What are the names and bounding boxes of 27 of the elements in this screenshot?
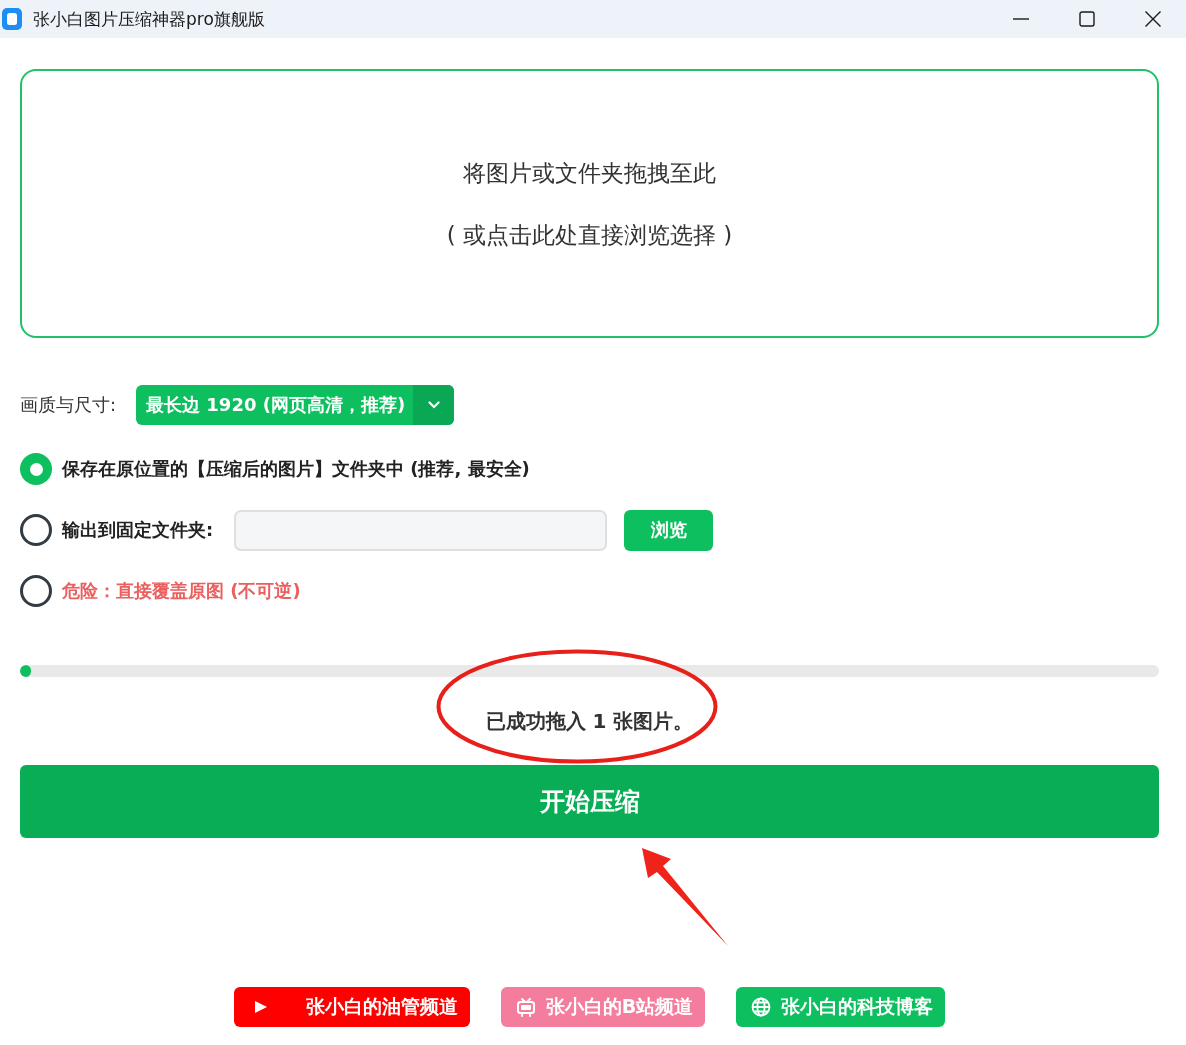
option-label[interactable]: 输出到固定文件夹:: [62, 518, 214, 542]
status-message: 已成功拖入 1 张图片。: [485, 708, 694, 735]
dropdown-toggle[interactable]: [413, 385, 455, 425]
radio-button[interactable]: [20, 453, 52, 485]
option-label[interactable]: 保存在原位置的【压缩后的图片】文件夹中 (推荐, 最安全): [62, 457, 530, 481]
radio-button[interactable]: [20, 575, 52, 607]
start-button[interactable]: 开始压缩: [20, 765, 1159, 838]
close-icon: [1145, 11, 1161, 27]
drop-hint: ( 或点击此处直接浏览选择 ): [446, 220, 733, 250]
globe-icon: [751, 997, 772, 1017]
drop-hint: 将图片或文件夹拖拽至此: [463, 158, 716, 188]
folder-input-field[interactable]: [234, 509, 608, 551]
option-label[interactable]: 危险：直接覆盖原图 (不可逆): [62, 579, 301, 603]
window-title: 张小白图片压缩神器pro旗舰版: [33, 7, 266, 31]
maximize-icon: [1079, 11, 1095, 27]
chevron-down-icon: [427, 401, 440, 409]
app-icon: [2, 8, 22, 30]
radio-button[interactable]: [20, 514, 52, 546]
drop-zone[interactable]: 将图片或文件夹拖拽至此 ( 或点击此处直接浏览选择 ): [20, 69, 1159, 338]
channel-link-button[interactable]: 张小白的科技博客: [736, 987, 946, 1027]
minimize-icon: [1013, 18, 1029, 20]
quality-select[interactable]: 最长边 1920 (网页高清，推荐): [136, 385, 455, 425]
channel-link-button[interactable]: 张小白的B站频道: [500, 987, 706, 1027]
quality-label: 画质与尺寸:: [20, 393, 117, 417]
tv-icon: [515, 997, 536, 1017]
channel-link-button[interactable]: 张小白的油管频道: [233, 987, 470, 1027]
browse-button[interactable]: 浏览: [624, 509, 714, 551]
